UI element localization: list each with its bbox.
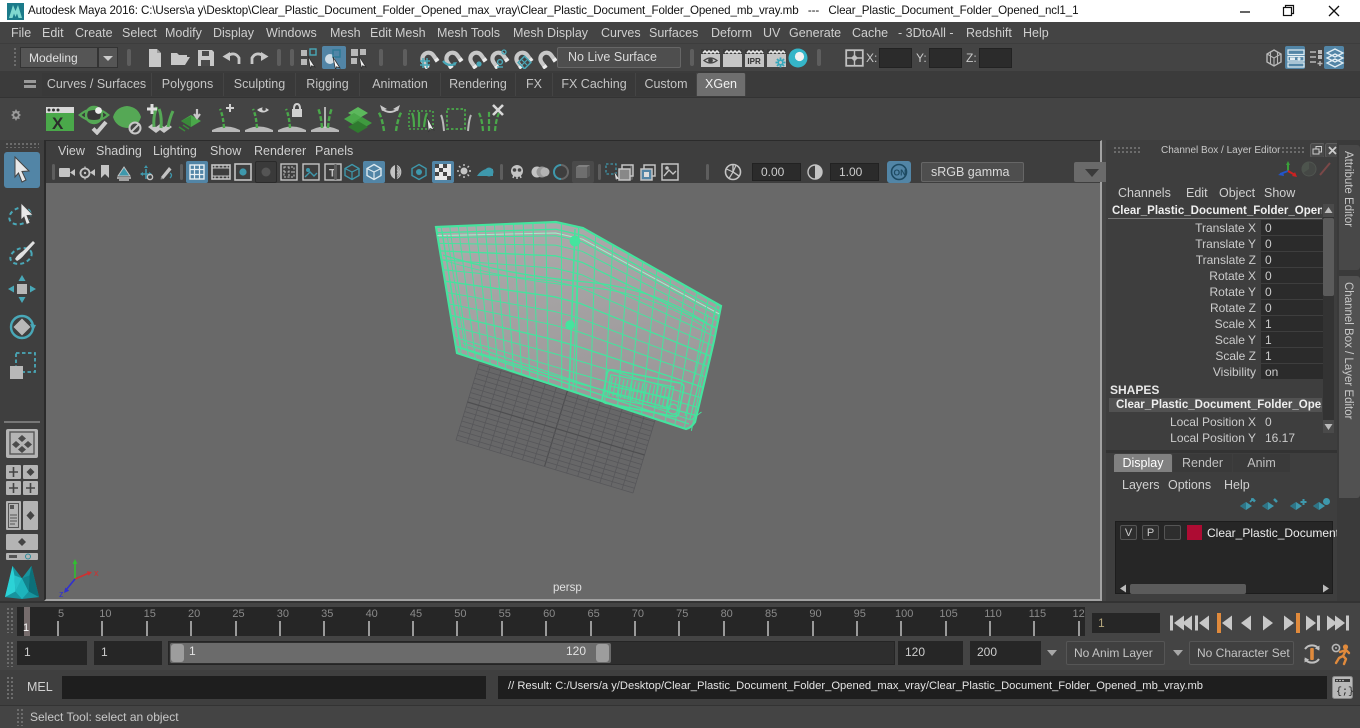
svg-text:IPR: IPR — [747, 57, 761, 66]
svg-text:z: z — [59, 589, 64, 599]
svg-text:x: x — [94, 568, 99, 578]
svg-text:ON: ON — [894, 168, 907, 178]
svg-text:{;}: {;} — [1336, 686, 1353, 698]
svg-text:persp: persp — [553, 582, 582, 594]
svg-text:X: X — [52, 114, 64, 133]
